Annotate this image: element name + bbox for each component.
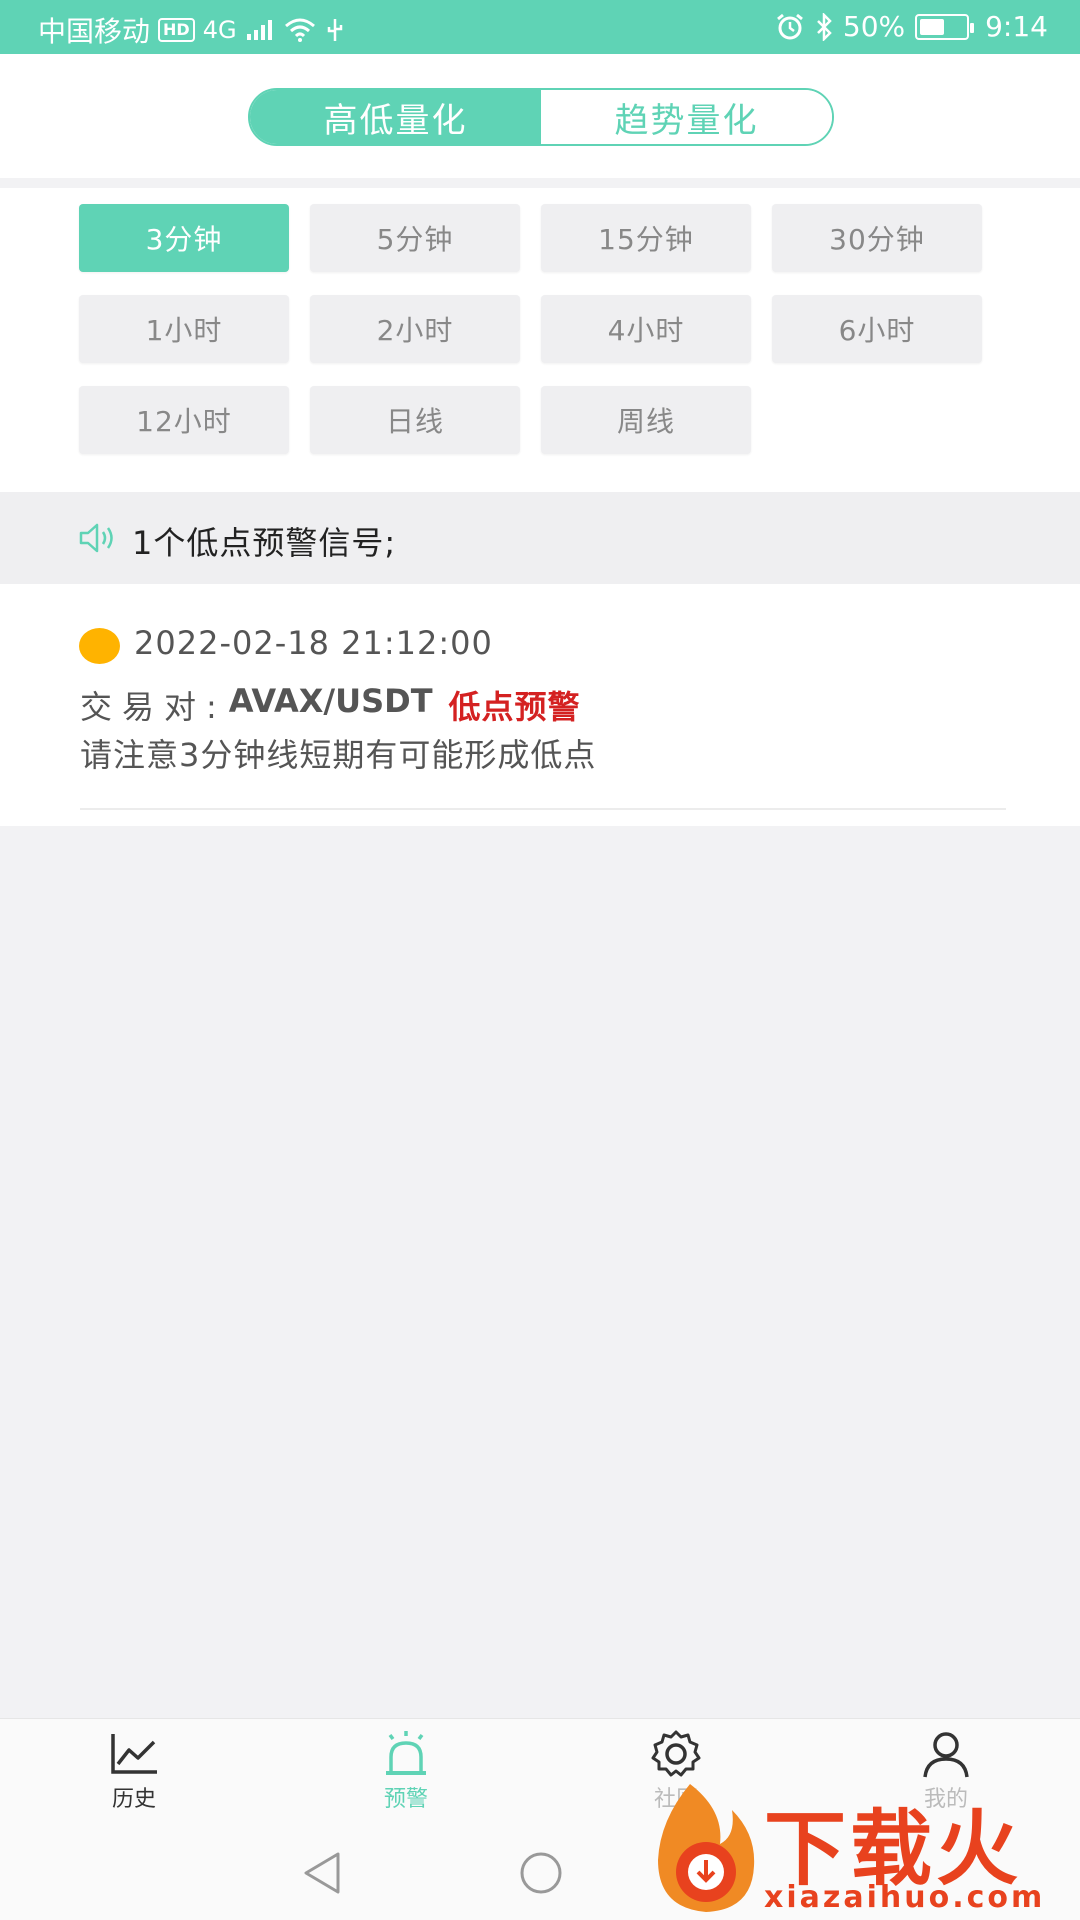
status-dot <box>79 628 120 664</box>
interval-15min[interactable]: 15分钟 <box>541 204 751 272</box>
interval-4h[interactable]: 4小时 <box>541 295 751 363</box>
alert-datetime: 2022-02-18 21:12:00 <box>134 624 493 662</box>
interval-12h[interactable]: 12小时 <box>79 386 289 454</box>
bluetooth-icon <box>816 12 832 41</box>
wifi-icon <box>284 18 315 42</box>
alert-tag: 低点预警 <box>448 688 581 726</box>
alert-description: 请注意3分钟线短期有可能形成低点 <box>80 736 597 774</box>
gear-icon <box>650 1727 702 1781</box>
alert-card[interactable]: 2022-02-18 21:12:00 交易对: AVAX/USDT 低点预警 … <box>0 584 1080 826</box>
battery-icon <box>915 13 975 40</box>
home-icon[interactable] <box>518 1850 564 1896</box>
interval-2h[interactable]: 2小时 <box>310 295 520 363</box>
watermark-url: xiazaihuo.com <box>764 1880 1046 1915</box>
status-right: 50% 9:14 <box>775 10 1048 43</box>
pair-label: 交易对: <box>80 688 227 726</box>
alarm-icon <box>380 1727 432 1781</box>
battery-percent: 50% <box>842 10 906 43</box>
nav-alerts-label: 预警 <box>383 1787 428 1812</box>
back-icon[interactable] <box>300 1850 346 1896</box>
divider <box>80 808 1006 810</box>
chart-line-icon <box>109 1727 159 1781</box>
tab-trend-quant[interactable]: 趋势量化 <box>541 90 832 144</box>
nav-history[interactable]: 历史 <box>74 1727 194 1813</box>
interval-6h[interactable]: 6小时 <box>772 295 982 363</box>
hd-badge: HD <box>158 18 195 42</box>
usb-icon <box>327 19 342 41</box>
status-bar: 中国移动 HD 4G 50% 9:14 <box>0 0 1080 54</box>
interval-30min[interactable]: 30分钟 <box>772 204 982 272</box>
alert-pair-row: 交易对: AVAX/USDT 低点预警 <box>80 682 581 728</box>
interval-panel: 3分钟 5分钟 15分钟 30分钟 1小时 2小时 4小时 6小时 12小时 日… <box>0 188 1080 492</box>
nav-history-label: 历史 <box>111 1787 156 1812</box>
header: 高低量化 趋势量化 <box>0 54 1080 178</box>
nav-alerts[interactable]: 预警 <box>346 1727 466 1813</box>
fire-logo-icon <box>658 1784 755 1912</box>
status-left: 中国移动 HD 4G <box>38 10 345 50</box>
mode-switch: 高低量化 趋势量化 <box>248 88 834 146</box>
interval-3min[interactable]: 3分钟 <box>79 204 289 272</box>
tab-high-low-quant[interactable]: 高低量化 <box>250 90 541 144</box>
interval-5min[interactable]: 5分钟 <box>310 204 520 272</box>
clock: 9:14 <box>985 10 1048 43</box>
signal-summary-bar: 1个低点预警信号; <box>0 492 1080 584</box>
carrier-name: 中国移动 <box>38 15 151 48</box>
network-type: 4G <box>202 16 237 44</box>
pair-value: AVAX/USDT <box>228 682 433 720</box>
interval-1h[interactable]: 1小时 <box>79 295 289 363</box>
signal-icon <box>246 20 272 40</box>
speaker-icon <box>79 523 113 553</box>
signal-summary-text: 1个低点预警信号; <box>132 524 397 562</box>
user-icon <box>921 1727 971 1781</box>
alarm-clock-icon <box>776 13 803 39</box>
interval-weekly[interactable]: 周线 <box>541 386 751 454</box>
watermark: 下载火 xiazaihuo.com <box>640 1780 1080 1920</box>
interval-daily[interactable]: 日线 <box>310 386 520 454</box>
